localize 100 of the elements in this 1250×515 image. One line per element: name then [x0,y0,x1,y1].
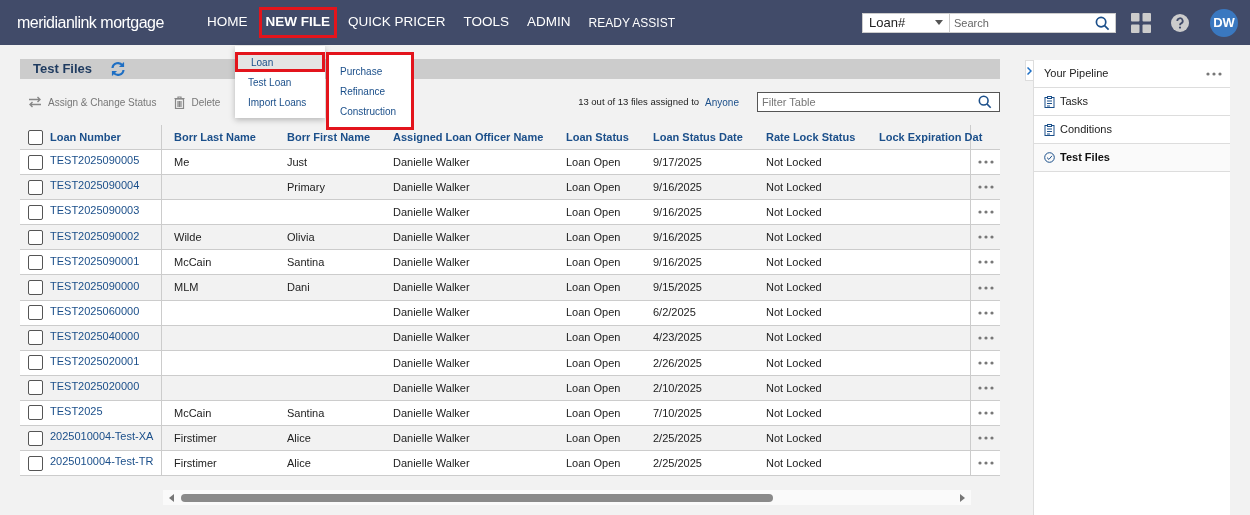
table-row[interactable]: TEST2025 McCain Santina Danielle Walker Loan Open 7/10/2025 Not Locked [20,400,1000,427]
column-header[interactable]: Rate Lock Status [766,128,856,146]
loan-number-link[interactable]: TEST2025090001 [50,252,140,270]
checkbox[interactable] [28,154,43,170]
checkbox[interactable] [28,204,43,220]
nav-link[interactable]: READY ASSIST [581,8,683,37]
checkbox[interactable] [28,229,43,245]
nav-link[interactable]: QUICK PRICER [341,7,453,38]
side-panel-item[interactable]: Tasks [1034,88,1230,116]
column-header[interactable]: Borr First Name [287,128,371,146]
table-row[interactable]: TEST2025090004 Primary Danielle Walker Loan Open 9/16/2025 Not Locked [20,175,1000,201]
checkbox[interactable] [28,280,43,295]
checkbox[interactable] [28,254,43,270]
loan-number-link[interactable]: 2025010004-Test-XA [50,428,154,445]
column-header[interactable]: Loan Status Date [653,128,743,146]
more-icon[interactable] [977,260,994,265]
submenu-item[interactable]: Construction [329,101,411,121]
more-icon[interactable] [1206,71,1222,76]
loan-number-link[interactable]: TEST2025090002 [50,227,140,245]
column-header[interactable]: Loan Number [50,128,121,146]
more-icon[interactable] [977,335,994,340]
loan-number-link[interactable]: TEST2025090003 [50,202,140,219]
table-row[interactable]: TEST2025090001 McCain Santina Danielle Walker Loan Open 9/16/2025 Not Locked [20,250,1000,276]
table-cell-text: 9/17/2025 [653,154,702,170]
menu-item[interactable]: Import Loans [235,92,325,112]
table-row[interactable]: TEST2025090005 Me Just Danielle Walker Loan Open 9/17/2025 Not Locked [20,150,1000,176]
menu-item[interactable]: Test Loan [235,72,325,92]
more-icon[interactable] [977,210,994,215]
nav-link[interactable]: TOOLS [456,7,517,38]
submenu-item[interactable]: Purchase [329,61,411,81]
loan-number-link[interactable]: TEST2025060000 [50,302,140,320]
table-row[interactable]: TEST2025020001 Danielle Walker Loan Open 2/26/2025 Not Locked [20,350,1000,376]
filter-field[interactable]: Filter Table [757,92,1000,112]
nav-link[interactable]: NEW FILE [258,7,337,38]
checkbox[interactable] [28,430,43,446]
column-header[interactable]: Assigned Loan Officer Name [393,128,544,146]
checkbox[interactable] [28,380,43,396]
menu-item[interactable]: Loan [235,52,325,72]
loan-number-link[interactable]: TEST2025090004 [50,177,140,194]
scroll-right-icon[interactable] [960,493,965,502]
more-icon[interactable] [977,360,994,365]
nav-link[interactable]: ADMIN [520,7,578,38]
table-row[interactable]: TEST2025090000 MLM Dani Danielle Walker Loan Open 9/15/2025 Not Locked [20,275,1000,301]
loan-number-link[interactable]: TEST2025090000 [50,277,140,295]
collapse-toggle[interactable] [1025,60,1033,81]
table-row[interactable]: 2025010004-Test-XA Firstimer Alice Danielle Walker Loan Open 2/25/2025 Not Locked [20,426,1000,452]
search-icon[interactable] [1095,15,1110,31]
more-icon[interactable] [977,461,994,466]
more-icon[interactable] [977,436,994,441]
horizontal-scrollbar[interactable] [163,490,971,506]
user-avatar[interactable]: DW [1210,8,1238,37]
table-row[interactable]: TEST2025090003 Danielle Walker Loan Open 9/16/2025 Not Locked [20,200,1000,226]
more-icon[interactable] [977,385,994,390]
more-icon[interactable] [977,185,994,190]
search-scope-select[interactable]: Loan# [862,12,950,33]
submenu-item[interactable]: Refinance [329,81,411,101]
assignee-link[interactable]: Anyone [705,94,739,110]
loan-number-link[interactable]: TEST2025090005 [50,152,140,169]
checkbox[interactable] [28,129,43,145]
checkbox[interactable] [28,179,43,195]
checkbox[interactable] [28,305,43,321]
assign-button[interactable]: Assign & Change Status [28,94,157,110]
table-cell-text: Not Locked [766,430,822,446]
checkbox[interactable] [28,455,43,471]
apps-grid-icon[interactable] [1131,12,1151,33]
loan-number-link[interactable]: TEST2025020001 [50,353,140,370]
logo[interactable]: meridianlink mortgage [17,10,182,35]
more-icon[interactable] [977,235,994,240]
more-icon[interactable] [977,310,994,315]
column-header[interactable]: Borr Last Name [174,128,256,146]
table-cell-text: Just [287,154,308,170]
table-row[interactable]: TEST2025060000 Danielle Walker Loan Open 6/2/2025 Not Locked [20,300,1000,326]
table-row[interactable]: TEST2025040000 Danielle Walker Loan Open 4/23/2025 Not Locked [20,325,1000,351]
search-icon[interactable] [978,95,992,109]
help-icon[interactable] [1171,13,1189,32]
more-icon[interactable] [977,160,994,165]
column-header[interactable]: Lock Expiration Dat [879,128,983,146]
nav-link[interactable]: HOME [200,7,255,38]
loan-number-link[interactable]: TEST2025 [50,403,103,420]
loan-number-link[interactable]: 2025010004-Test-TR [50,453,154,470]
clipboard-icon [1044,123,1055,136]
more-icon[interactable] [977,285,994,290]
loan-number-link[interactable]: TEST2025020000 [50,378,140,395]
table-cell-text: Danielle Walker [393,305,470,321]
checkbox[interactable] [28,355,43,371]
loan-number-link[interactable]: TEST2025040000 [50,327,140,345]
side-panel-item[interactable]: Your Pipeline [1034,60,1230,88]
delete-button[interactable]: Delete [174,94,221,110]
search-field[interactable]: Search [950,12,1116,33]
refresh-icon[interactable] [110,61,126,77]
side-panel-item[interactable]: Test Files [1034,144,1230,172]
table-cell-text: Danielle Walker [393,330,470,346]
column-header[interactable]: Loan Status [566,128,629,146]
table-row[interactable]: TEST2025090002 Wilde Olivia Danielle Walker Loan Open 9/16/2025 Not Locked [20,225,1000,251]
scroll-left-icon[interactable] [169,493,174,502]
table-row[interactable]: 2025010004-Test-TR Firstimer Alice Danielle Walker Loan Open 2/25/2025 Not Locked [20,451,1000,477]
checkbox[interactable] [28,405,43,421]
table-row[interactable]: TEST2025020000 Danielle Walker Loan Open 2/10/2025 Not Locked [20,375,1000,401]
checkbox[interactable] [28,330,43,346]
more-icon[interactable] [977,411,994,415]
